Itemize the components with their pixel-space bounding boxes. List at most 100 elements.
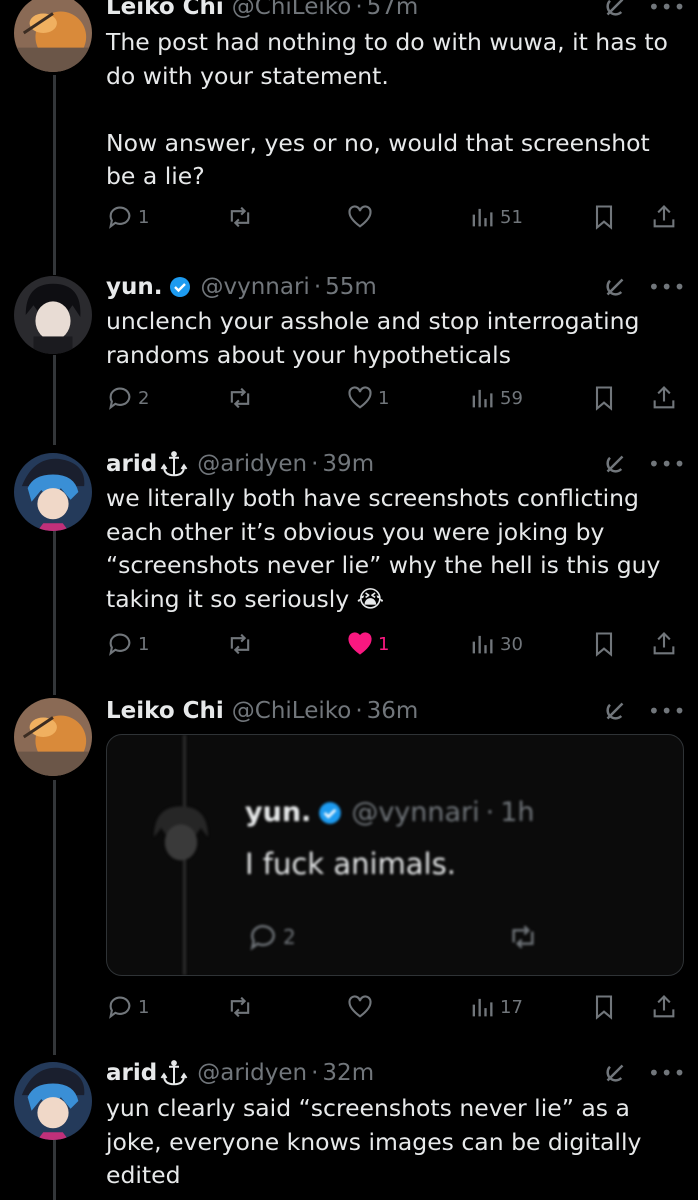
separator: · — [311, 451, 319, 477]
like-button[interactable]: 1 — [346, 627, 389, 661]
tweet[interactable]: arid @aridyen · 32m ••• yun clearly said… — [0, 1056, 698, 1199]
reply-icon — [109, 387, 131, 410]
timestamp[interactable]: 36m — [367, 698, 419, 724]
separator: · — [355, 0, 363, 20]
views-icon — [472, 208, 493, 227]
verified-icon — [319, 801, 342, 824]
repost-button[interactable] — [226, 990, 258, 1024]
views-button[interactable]: 30 — [468, 627, 523, 661]
views-icon — [472, 998, 493, 1017]
tweet[interactable]: Leiko Chi @ChiLeiko · 36m ••• yun. @vynn… — [0, 694, 698, 1054]
handle[interactable]: @aridyen — [197, 1060, 307, 1086]
like-button[interactable]: 1 — [346, 381, 389, 415]
tweet-actions: 1 17 — [106, 990, 675, 1024]
handle[interactable]: @ChiLeiko — [232, 698, 352, 724]
avatar[interactable] — [14, 276, 92, 354]
bookmark-icon — [595, 386, 613, 411]
share-icon — [653, 205, 675, 228]
separator: · — [311, 1060, 319, 1086]
views-icon — [472, 389, 493, 408]
display-name[interactable]: arid — [106, 451, 157, 477]
display-name[interactable]: yun. — [106, 274, 162, 300]
tweet[interactable]: Leiko Chi @ChiLeiko · 57m ••• The post h… — [0, 0, 698, 270]
bookmark-button[interactable] — [590, 381, 618, 415]
timestamp[interactable]: 55m — [325, 274, 377, 300]
bookmark-button[interactable] — [590, 990, 618, 1024]
tweet-actions: 1 1 30 — [106, 627, 675, 661]
more-icon[interactable]: ••• — [648, 1061, 685, 1085]
more-icon[interactable]: ••• — [648, 0, 685, 19]
display-name[interactable]: arid — [106, 1060, 157, 1086]
grok-icon[interactable] — [600, 272, 630, 302]
views-count: 30 — [500, 633, 523, 655]
embedded-text: I fuck animals. — [245, 847, 456, 881]
share-button[interactable] — [650, 200, 678, 234]
grok-icon[interactable] — [600, 696, 630, 726]
handle[interactable]: @vynnari — [200, 274, 309, 300]
views-button[interactable]: 17 — [468, 990, 523, 1024]
more-icon[interactable]: ••• — [648, 275, 685, 299]
reply-button[interactable]: 1 — [106, 627, 149, 661]
display-name[interactable]: Leiko Chi — [106, 698, 224, 724]
reply-button[interactable]: 2 — [106, 381, 149, 415]
like-count: 1 — [378, 387, 390, 409]
timestamp[interactable]: 39m — [322, 451, 374, 477]
grok-icon[interactable] — [600, 449, 630, 479]
repost-button[interactable] — [226, 627, 258, 661]
reply-count: 1 — [138, 633, 150, 655]
tweet[interactable]: yun. @vynnari · 55m ••• unclench your as… — [0, 270, 698, 445]
timestamp[interactable]: 32m — [322, 1060, 374, 1086]
timestamp[interactable]: 57m — [367, 0, 419, 20]
reply-button[interactable]: 1 — [106, 200, 149, 234]
like-button[interactable] — [346, 200, 378, 234]
embedded-header: yun. @vynnari · 1h — [245, 797, 535, 828]
share-button[interactable] — [650, 381, 678, 415]
share-icon — [653, 386, 675, 409]
reply-button[interactable]: 1 — [106, 990, 149, 1024]
header-actions: ••• — [600, 1058, 685, 1088]
like-button[interactable] — [346, 990, 378, 1024]
reply-count: 1 — [138, 206, 150, 228]
tweet-header: Leiko Chi @ChiLeiko · 57m ••• — [106, 0, 685, 24]
bookmark-button[interactable] — [590, 627, 618, 661]
share-icon — [653, 995, 675, 1018]
more-icon[interactable]: ••• — [648, 699, 685, 723]
bookmark-button[interactable] — [590, 200, 618, 234]
bookmark-icon — [595, 205, 613, 230]
handle[interactable]: @aridyen — [197, 451, 307, 477]
more-icon[interactable]: ••• — [648, 452, 685, 476]
repost-button[interactable] — [226, 200, 258, 234]
tweet-actions: 1 51 — [106, 200, 675, 234]
share-icon — [653, 632, 675, 655]
tweet-text: unclench your asshole and stop interroga… — [106, 307, 647, 369]
tweet-text-body: we literally both have screenshots confl… — [106, 484, 668, 613]
repost-icon — [512, 925, 534, 949]
verified-icon — [170, 277, 191, 297]
avatar[interactable] — [14, 453, 92, 531]
grok-icon[interactable] — [600, 0, 630, 22]
tweet-header: Leiko Chi @ChiLeiko · 36m ••• — [106, 694, 685, 728]
anchor-icon — [160, 451, 188, 477]
share-button[interactable] — [650, 990, 678, 1024]
display-name[interactable]: Leiko Chi — [106, 0, 224, 20]
repost-icon — [230, 996, 250, 1018]
avatar[interactable] — [14, 1062, 92, 1140]
separator: · — [355, 698, 363, 724]
views-button[interactable]: 51 — [468, 200, 523, 234]
avatar[interactable] — [14, 0, 92, 72]
repost-button[interactable] — [226, 381, 258, 415]
attached-image[interactable]: yun. @vynnari · 1h I fuck animals. 2 — [106, 734, 684, 976]
avatar[interactable] — [14, 698, 92, 776]
reply-icon — [109, 633, 131, 656]
share-button[interactable] — [650, 627, 678, 661]
header-actions: ••• — [600, 449, 685, 479]
separator: · — [485, 797, 495, 828]
tweet[interactable]: arid @aridyen · 39m ••• we literally bot… — [0, 447, 698, 687]
repost-icon — [230, 387, 250, 409]
views-button[interactable]: 59 — [468, 381, 523, 415]
reply-icon — [109, 996, 131, 1019]
handle[interactable]: @ChiLeiko — [232, 0, 352, 20]
grok-icon[interactable] — [600, 1058, 630, 1088]
repost-icon — [230, 206, 250, 228]
tweet-text: The post had nothing to do with wuwa, it… — [106, 28, 668, 190]
